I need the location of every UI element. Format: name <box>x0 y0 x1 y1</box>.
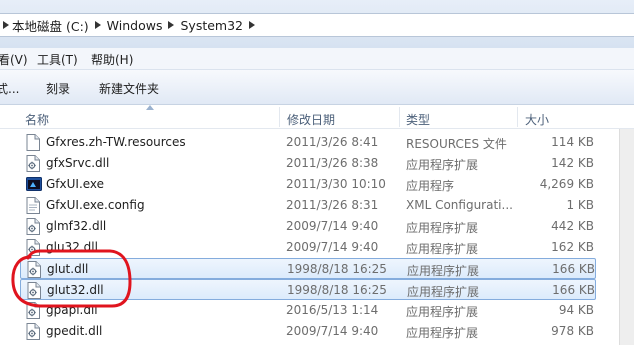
file-type: RESOURCES 文件 <box>406 137 507 151</box>
file-name: glut32.dll <box>47 283 104 297</box>
file-date: 2009/7/14 9:40 <box>286 219 379 233</box>
chevron-right-icon[interactable] <box>89 14 107 36</box>
address-bar[interactable]: 本地磁盘 (C:) Windows System32 <box>0 13 634 37</box>
file-name: GfxUI.exe <box>46 177 105 191</box>
file-date: 2011/3/26 8:38 <box>286 156 379 170</box>
file-size: 4,269 KB <box>539 177 594 191</box>
file-row[interactable]: gpedit.dll 2009/7/14 9:40 应用程序扩展 978 KB <box>20 321 596 342</box>
file-row-selected[interactable]: glut.dll 1998/8/18 16:25 应用程序扩展 166 KB <box>20 258 596 279</box>
file-size: 978 KB <box>551 324 594 338</box>
breadcrumb-system32[interactable]: System32 <box>180 14 243 36</box>
column-header-size[interactable]: 大小 <box>525 111 549 128</box>
dll-icon <box>26 302 40 322</box>
column-header-bar: 名称 修改日期 类型 大小 <box>0 105 634 129</box>
file-date: 2009/7/14 9:40 <box>286 324 379 338</box>
file-name: gpedit.dll <box>46 324 103 338</box>
toolbar-new-folder-button[interactable]: 新建文件夹 <box>99 80 159 97</box>
file-type: 应用程序扩展 <box>407 264 480 278</box>
toolbar: 式... 刻录 新建文件夹 <box>0 70 634 105</box>
file-date: 1998/8/18 16:25 <box>287 283 387 297</box>
file-row[interactable]: glmf32.dll 2009/7/14 9:40 应用程序扩展 442 KB <box>20 216 596 237</box>
file-size: 94 KB <box>558 303 594 317</box>
address-bar-area: 本地磁盘 (C:) Windows System32 <box>0 0 634 48</box>
file-row[interactable]: gpapi.dll 2016/5/13 1:14 应用程序扩展 94 KB <box>20 300 596 321</box>
file-size: 114 KB <box>551 135 594 149</box>
dll-icon <box>26 155 40 175</box>
column-divider[interactable] <box>279 107 280 127</box>
file-date: 2011/3/30 10:10 <box>286 177 386 191</box>
toolbar-burn-button[interactable]: 刻录 <box>46 80 70 97</box>
file-name: GfxUI.exe.config <box>46 198 145 212</box>
file-size: 162 KB <box>551 240 594 254</box>
menu-help[interactable]: 帮助(H) <box>91 51 133 68</box>
file-row[interactable]: glu32.dll 2009/7/14 9:40 应用程序扩展 162 KB <box>20 237 596 258</box>
menu-bar: 看(V) 工具(T) 帮助(H) <box>0 48 634 70</box>
file-row-selected[interactable]: glut32.dll 1998/8/18 16:25 应用程序扩展 166 KB <box>20 279 596 300</box>
file-type: 应用程序扩展 <box>406 305 479 319</box>
file-type: 应用程序扩展 <box>406 221 479 235</box>
exe-icon <box>26 176 42 195</box>
chevron-right-icon[interactable] <box>162 14 180 36</box>
file-type: 应用程序扩展 <box>406 242 479 256</box>
breadcrumb-windows[interactable]: Windows <box>107 14 163 36</box>
file-date: 2011/3/26 8:41 <box>286 135 379 149</box>
toolbar-format-button[interactable]: 式... <box>0 80 19 97</box>
breadcrumb-local-disk[interactable]: 本地磁盘 (C:) <box>12 14 89 36</box>
file-icon <box>26 134 40 154</box>
dll-icon <box>26 323 40 343</box>
file-type: 应用程序扩展 <box>406 326 479 340</box>
sort-up-icon <box>146 105 154 110</box>
file-name: glu32.dll <box>46 240 98 254</box>
column-divider[interactable] <box>399 107 400 127</box>
file-type: 应用程序 <box>406 179 455 193</box>
menu-view[interactable]: 看(V) <box>0 51 28 68</box>
config-icon <box>26 197 40 217</box>
file-type: 应用程序扩展 <box>406 158 479 172</box>
file-name: Gfxres.zh-TW.resources <box>46 135 186 149</box>
file-size: 1 KB <box>566 198 594 212</box>
chevron-right-icon[interactable] <box>243 14 261 36</box>
dll-icon <box>27 282 41 302</box>
column-divider[interactable] <box>517 107 518 127</box>
file-date: 1998/8/18 16:25 <box>287 262 387 276</box>
file-row[interactable]: gfxSrvc.dll 2011/3/26 8:38 应用程序扩展 142 KB <box>20 153 596 174</box>
file-row[interactable]: Gfxres.zh-TW.resources 2011/3/26 8:41 RE… <box>20 132 596 153</box>
file-date: 2009/7/14 9:40 <box>286 240 379 254</box>
file-name: gpapi.dll <box>46 303 98 317</box>
file-type: 应用程序扩展 <box>407 285 480 299</box>
column-header-type[interactable]: 类型 <box>406 111 430 128</box>
vertical-scrollbar[interactable] <box>619 129 634 345</box>
dll-icon <box>26 218 40 238</box>
chevron-right-icon[interactable] <box>0 14 12 36</box>
file-name: glut.dll <box>47 262 89 276</box>
menu-tools[interactable]: 工具(T) <box>37 51 78 68</box>
file-row[interactable]: GfxUI.exe.config 2011/3/26 8:31 XML Conf… <box>20 195 596 216</box>
file-size: 142 KB <box>551 156 594 170</box>
file-name: glmf32.dll <box>46 219 107 233</box>
dll-icon <box>27 261 41 281</box>
file-date: 2016/5/13 1:14 <box>286 303 379 317</box>
file-name: gfxSrvc.dll <box>46 156 110 170</box>
file-date: 2011/3/26 8:31 <box>286 198 379 212</box>
file-size: 166 KB <box>552 283 595 297</box>
column-header-name[interactable]: 名称 <box>25 111 49 128</box>
file-size: 442 KB <box>551 219 594 233</box>
file-row[interactable]: GfxUI.exe 2011/3/30 10:10 应用程序 4,269 KB <box>20 174 596 195</box>
column-header-date[interactable]: 修改日期 <box>287 111 335 128</box>
file-size: 166 KB <box>552 262 595 276</box>
dll-icon <box>26 239 40 259</box>
